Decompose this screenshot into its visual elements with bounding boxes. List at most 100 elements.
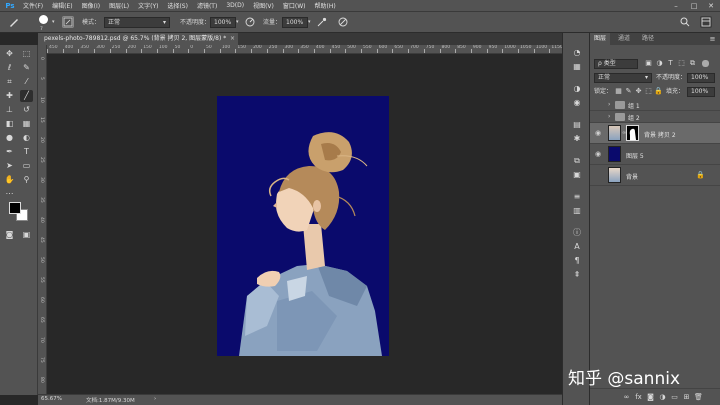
new-group-icon[interactable]: ▭ — [670, 393, 679, 402]
add-mask-icon[interactable]: ◙ — [646, 393, 655, 402]
color-panel-icon[interactable]: ◑ — [571, 83, 583, 95]
adjustment-filter-icon[interactable]: ◑ — [655, 59, 664, 68]
chevron-down-icon[interactable]: ▾ — [52, 17, 55, 28]
hand-tool-icon[interactable]: ✋ — [3, 174, 16, 186]
close-button[interactable]: ✕ — [705, 1, 717, 11]
mode-select[interactable]: 正常 ▾ — [104, 17, 170, 28]
menu-select[interactable]: 选择(S) — [167, 1, 188, 10]
lock-all-icon[interactable]: 🔒 — [654, 87, 663, 96]
zoom-tool-icon[interactable]: ⚲ — [20, 174, 33, 186]
type-filter-icon[interactable]: T — [666, 59, 675, 68]
brush-tool-icon[interactable]: ╱ — [20, 90, 33, 102]
glyphs-panel-icon[interactable]: ⇞ — [571, 269, 583, 281]
adjustments-panel-icon[interactable]: ◉ — [571, 97, 583, 109]
lock-transparency-icon[interactable]: ▦ — [614, 87, 623, 96]
layer-thumbnail[interactable] — [608, 146, 621, 162]
pen-tool-icon[interactable]: ✒ — [3, 146, 16, 158]
layer-row[interactable]: ◉ ∞ 背景 拷贝 2 — [590, 123, 720, 144]
shape-filter-icon[interactable]: ⬚ — [677, 59, 686, 68]
maximize-button[interactable]: □ — [688, 1, 700, 11]
brush-tool-icon[interactable] — [8, 16, 20, 28]
layer-comps-panel-icon[interactable]: ⧉ — [571, 155, 583, 167]
foreground-color-swatch[interactable] — [9, 202, 21, 214]
lock-position-icon[interactable]: ✥ — [634, 87, 643, 96]
eye-icon[interactable]: ◉ — [593, 149, 603, 159]
paragraph-panel-icon[interactable]: ¶ — [571, 255, 583, 267]
brush-preview-icon[interactable] — [39, 15, 48, 24]
swatches-panel-icon[interactable]: ▦ — [571, 61, 583, 73]
screen-mode-icon[interactable]: ▣ — [20, 229, 33, 241]
pressure-opacity-icon[interactable] — [244, 16, 256, 28]
healing-brush-tool-icon[interactable]: ✚ — [3, 90, 16, 102]
quick-select-tool-icon[interactable]: ✎ — [20, 62, 33, 74]
lasso-tool-icon[interactable]: ℓ — [3, 62, 16, 74]
minimize-button[interactable]: – — [670, 1, 682, 11]
clone-stamp-tool-icon[interactable]: ⊥ — [3, 104, 16, 116]
menu-window[interactable]: 窗口(W) — [283, 1, 306, 10]
eye-icon[interactable]: ◉ — [593, 128, 603, 138]
layer-row[interactable]: › 组 1 — [590, 99, 720, 111]
type-tool-icon[interactable]: T — [20, 146, 33, 158]
smart-object-filter-icon[interactable]: ⧉ — [688, 59, 697, 68]
styles-panel-icon[interactable]: ✱ — [571, 133, 583, 145]
crop-tool-icon[interactable]: ⌗ — [3, 76, 16, 88]
menu-image[interactable]: 图像(I) — [82, 1, 100, 10]
close-icon[interactable]: × — [230, 33, 235, 45]
layer-row[interactable]: ◉ 图层 5 — [590, 144, 720, 165]
history-brush-tool-icon[interactable]: ↺ — [20, 104, 33, 116]
history-panel-icon[interactable]: ◔ — [571, 47, 583, 59]
menu-layer[interactable]: 图层(L) — [109, 1, 129, 10]
eyedropper-tool-icon[interactable]: ⁄ — [20, 76, 33, 88]
flow-field[interactable]: 100% — [282, 17, 308, 28]
chevron-down-icon[interactable]: ▾ — [236, 17, 239, 28]
type-panel-icon[interactable]: A — [571, 241, 583, 253]
fill-field[interactable]: 100% — [687, 87, 715, 97]
link-layers-icon[interactable]: ∞ — [622, 393, 631, 402]
rectangle-tool-icon[interactable]: ▭ — [20, 160, 33, 172]
lock-pixels-icon[interactable]: ✎ — [624, 87, 633, 96]
visibility-toggle[interactable] — [593, 112, 603, 122]
layer-mask-thumbnail[interactable] — [626, 125, 639, 141]
filter-toggle-icon[interactable] — [702, 60, 709, 67]
opacity-field[interactable]: 100% — [210, 17, 236, 28]
delete-layer-icon[interactable]: 🗑 — [694, 393, 703, 402]
filter-kind-select[interactable]: ρ 类型 — [594, 59, 638, 69]
menu-help[interactable]: 帮助(H) — [315, 1, 336, 10]
lock-artboard-icon[interactable]: ⬚ — [644, 87, 653, 96]
layer-style-icon[interactable]: fx — [634, 393, 643, 402]
menu-type[interactable]: 文字(Y) — [138, 1, 158, 10]
pressure-size-icon[interactable] — [337, 16, 349, 28]
vertical-ruler[interactable]: 0 5 10 15 20 25 30 35 40 45 50 55 60 65 70 75 80 — [38, 45, 47, 394]
visibility-toggle[interactable] — [593, 100, 603, 110]
eraser-tool-icon[interactable]: ◧ — [3, 118, 16, 130]
tab-paths[interactable]: 路径 — [638, 33, 658, 45]
brush-presets-panel-icon[interactable]: ▥ — [571, 205, 583, 217]
document-canvas[interactable] — [217, 96, 389, 356]
canvas-area[interactable] — [47, 54, 562, 394]
document-tab[interactable]: pexels-photo-789812.psd @ 65.7% (背景 拷贝 2… — [38, 33, 238, 45]
dodge-tool-icon[interactable]: ◐ — [20, 132, 33, 144]
move-tool-icon[interactable]: ✥ — [3, 48, 16, 60]
menu-view[interactable]: 视图(V) — [253, 1, 274, 10]
properties-panel-icon[interactable]: ≡ — [571, 191, 583, 203]
status-menu-arrow[interactable]: › — [154, 396, 156, 402]
panel-opacity-field[interactable]: 100% — [687, 73, 715, 83]
layer-thumbnail[interactable] — [608, 167, 621, 183]
layer-row[interactable]: › 组 2 — [590, 111, 720, 123]
blur-tool-icon[interactable]: ● — [3, 132, 16, 144]
more-tools-icon[interactable]: ⋯ — [3, 188, 16, 200]
workspace-icon[interactable] — [700, 16, 712, 28]
info-panel-icon[interactable]: ▣ — [571, 169, 583, 181]
search-icon[interactable] — [679, 16, 691, 28]
zoom-level[interactable]: 65.67% — [41, 396, 62, 402]
path-select-tool-icon[interactable]: ➤ — [3, 160, 16, 172]
horizontal-ruler[interactable]: 450 400 350 300 250 200 150 100 50 0 50 100 150 200 25… — [47, 45, 562, 54]
menu-edit[interactable]: 编辑(E) — [52, 1, 72, 10]
menu-file[interactable]: 文件(F) — [23, 1, 43, 10]
tab-channels[interactable]: 通道 — [614, 33, 634, 45]
airbrush-icon[interactable] — [316, 16, 328, 28]
pixel-filter-icon[interactable]: ▣ — [644, 59, 653, 68]
libraries-panel-icon[interactable]: ▤ — [571, 119, 583, 131]
blend-mode-select[interactable]: 正常 ▾ — [594, 73, 652, 83]
gradient-tool-icon[interactable]: ▦ — [20, 118, 33, 130]
